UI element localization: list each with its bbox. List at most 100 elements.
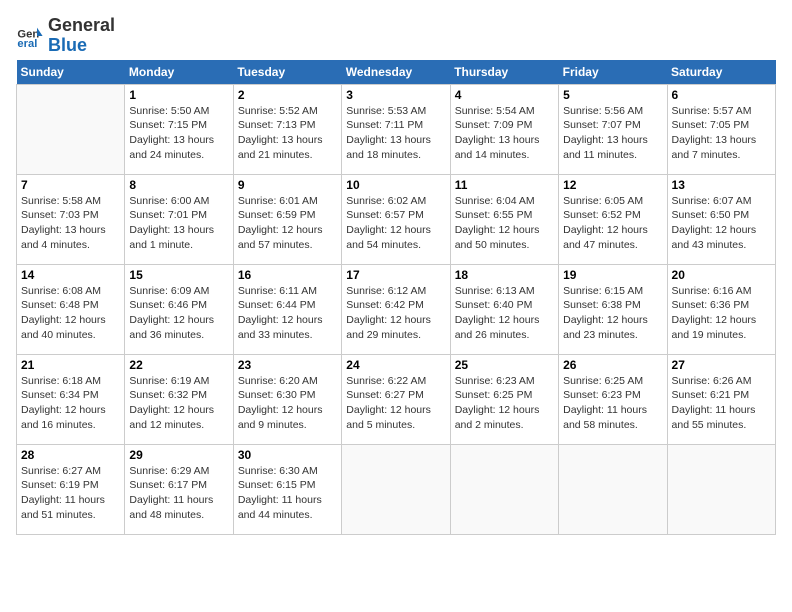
- calendar-cell: 27 Sunrise: 6:26 AM Sunset: 6:21 PM Dayli…: [667, 354, 775, 444]
- day-number: 30: [238, 448, 337, 462]
- day-number: 16: [238, 268, 337, 282]
- day-number: 10: [346, 178, 445, 192]
- calendar-cell: 3 Sunrise: 5:53 AM Sunset: 7:11 PM Daylig…: [342, 84, 450, 174]
- day-number: 15: [129, 268, 228, 282]
- day-number: 2: [238, 88, 337, 102]
- cell-content: Sunrise: 6:27 AM Sunset: 6:19 PM Dayligh…: [21, 464, 120, 523]
- day-header-friday: Friday: [559, 60, 667, 85]
- day-number: 7: [21, 178, 120, 192]
- day-number: 4: [455, 88, 554, 102]
- calendar-cell: 29 Sunrise: 6:29 AM Sunset: 6:17 PM Dayli…: [125, 444, 233, 534]
- calendar-cell: 2 Sunrise: 5:52 AM Sunset: 7:13 PM Daylig…: [233, 84, 341, 174]
- cell-content: Sunrise: 6:18 AM Sunset: 6:34 PM Dayligh…: [21, 374, 120, 433]
- cell-content: Sunrise: 6:16 AM Sunset: 6:36 PM Dayligh…: [672, 284, 771, 343]
- calendar-cell: 25 Sunrise: 6:23 AM Sunset: 6:25 PM Dayli…: [450, 354, 558, 444]
- calendar-cell: 5 Sunrise: 5:56 AM Sunset: 7:07 PM Daylig…: [559, 84, 667, 174]
- cell-content: Sunrise: 5:53 AM Sunset: 7:11 PM Dayligh…: [346, 104, 445, 163]
- logo: Gen eral General Blue: [16, 16, 115, 56]
- day-number: 14: [21, 268, 120, 282]
- calendar-cell: 18 Sunrise: 6:13 AM Sunset: 6:40 PM Dayli…: [450, 264, 558, 354]
- cell-content: Sunrise: 5:50 AM Sunset: 7:15 PM Dayligh…: [129, 104, 228, 163]
- day-header-saturday: Saturday: [667, 60, 775, 85]
- logo-text: General Blue: [48, 16, 115, 56]
- cell-content: Sunrise: 6:30 AM Sunset: 6:15 PM Dayligh…: [238, 464, 337, 523]
- day-number: 26: [563, 358, 662, 372]
- day-number: 18: [455, 268, 554, 282]
- day-number: 3: [346, 88, 445, 102]
- calendar-table: SundayMondayTuesdayWednesdayThursdayFrid…: [16, 60, 776, 535]
- calendar-cell: 1 Sunrise: 5:50 AM Sunset: 7:15 PM Daylig…: [125, 84, 233, 174]
- day-number: 19: [563, 268, 662, 282]
- calendar-cell: 13 Sunrise: 6:07 AM Sunset: 6:50 PM Dayli…: [667, 174, 775, 264]
- week-row-3: 14 Sunrise: 6:08 AM Sunset: 6:48 PM Dayli…: [17, 264, 776, 354]
- page-header: Gen eral General Blue: [16, 16, 776, 56]
- calendar-cell: 23Sunrise: 6:20 AM Sunset: 6:30 PM Dayli…: [233, 354, 341, 444]
- week-row-5: 28 Sunrise: 6:27 AM Sunset: 6:19 PM Dayli…: [17, 444, 776, 534]
- cell-content: Sunrise: 5:57 AM Sunset: 7:05 PM Dayligh…: [672, 104, 771, 163]
- cell-content: Sunrise: 6:13 AM Sunset: 6:40 PM Dayligh…: [455, 284, 554, 343]
- cell-content: Sunrise: 6:11 AM Sunset: 6:44 PM Dayligh…: [238, 284, 337, 343]
- day-number: 29: [129, 448, 228, 462]
- day-number: 12: [563, 178, 662, 192]
- calendar-cell: 22 Sunrise: 6:19 AM Sunset: 6:32 PM Dayli…: [125, 354, 233, 444]
- day-number: 9: [238, 178, 337, 192]
- calendar-cell: [667, 444, 775, 534]
- calendar-cell: 17 Sunrise: 6:12 AM Sunset: 6:42 PM Dayli…: [342, 264, 450, 354]
- calendar-cell: 21 Sunrise: 6:18 AM Sunset: 6:34 PM Dayli…: [17, 354, 125, 444]
- calendar-cell: 7 Sunrise: 5:58 AM Sunset: 7:03 PM Daylig…: [17, 174, 125, 264]
- calendar-cell: 19Sunrise: 6:15 AM Sunset: 6:38 PM Dayli…: [559, 264, 667, 354]
- calendar-cell: 14 Sunrise: 6:08 AM Sunset: 6:48 PM Dayli…: [17, 264, 125, 354]
- cell-content: Sunrise: 6:26 AM Sunset: 6:21 PM Dayligh…: [672, 374, 771, 433]
- day-header-tuesday: Tuesday: [233, 60, 341, 85]
- calendar-cell: 8Sunrise: 6:00 AM Sunset: 7:01 PM Daylig…: [125, 174, 233, 264]
- day-number: 21: [21, 358, 120, 372]
- cell-content: Sunrise: 6:25 AM Sunset: 6:23 PM Dayligh…: [563, 374, 662, 433]
- cell-content: Sunrise: 6:29 AM Sunset: 6:17 PM Dayligh…: [129, 464, 228, 523]
- cell-content: Sunrise: 6:07 AM Sunset: 6:50 PM Dayligh…: [672, 194, 771, 253]
- cell-content: Sunrise: 6:00 AM Sunset: 7:01 PM Dayligh…: [129, 194, 228, 253]
- calendar-cell: 6 Sunrise: 5:57 AM Sunset: 7:05 PM Daylig…: [667, 84, 775, 174]
- week-row-4: 21 Sunrise: 6:18 AM Sunset: 6:34 PM Dayli…: [17, 354, 776, 444]
- calendar-cell: 24Sunrise: 6:22 AM Sunset: 6:27 PM Dayli…: [342, 354, 450, 444]
- calendar-cell: [342, 444, 450, 534]
- day-number: 22: [129, 358, 228, 372]
- cell-content: Sunrise: 6:04 AM Sunset: 6:55 PM Dayligh…: [455, 194, 554, 253]
- cell-content: Sunrise: 6:19 AM Sunset: 6:32 PM Dayligh…: [129, 374, 228, 433]
- day-number: 25: [455, 358, 554, 372]
- cell-content: Sunrise: 5:56 AM Sunset: 7:07 PM Dayligh…: [563, 104, 662, 163]
- cell-content: Sunrise: 6:23 AM Sunset: 6:25 PM Dayligh…: [455, 374, 554, 433]
- cell-content: Sunrise: 5:54 AM Sunset: 7:09 PM Dayligh…: [455, 104, 554, 163]
- cell-content: Sunrise: 6:05 AM Sunset: 6:52 PM Dayligh…: [563, 194, 662, 253]
- cell-content: Sunrise: 6:08 AM Sunset: 6:48 PM Dayligh…: [21, 284, 120, 343]
- calendar-cell: [17, 84, 125, 174]
- day-header-monday: Monday: [125, 60, 233, 85]
- day-number: 13: [672, 178, 771, 192]
- calendar-cell: 16 Sunrise: 6:11 AM Sunset: 6:44 PM Dayli…: [233, 264, 341, 354]
- cell-content: Sunrise: 6:09 AM Sunset: 6:46 PM Dayligh…: [129, 284, 228, 343]
- cell-content: Sunrise: 6:01 AM Sunset: 6:59 PM Dayligh…: [238, 194, 337, 253]
- svg-text:eral: eral: [17, 38, 37, 50]
- week-row-2: 7 Sunrise: 5:58 AM Sunset: 7:03 PM Daylig…: [17, 174, 776, 264]
- day-number: 28: [21, 448, 120, 462]
- day-number: 27: [672, 358, 771, 372]
- calendar-cell: 10 Sunrise: 6:02 AM Sunset: 6:57 PM Dayli…: [342, 174, 450, 264]
- cell-content: Sunrise: 5:52 AM Sunset: 7:13 PM Dayligh…: [238, 104, 337, 163]
- cell-content: Sunrise: 6:22 AM Sunset: 6:27 PM Dayligh…: [346, 374, 445, 433]
- calendar-cell: 28 Sunrise: 6:27 AM Sunset: 6:19 PM Dayli…: [17, 444, 125, 534]
- calendar-cell: 11Sunrise: 6:04 AM Sunset: 6:55 PM Dayli…: [450, 174, 558, 264]
- calendar-body: 1 Sunrise: 5:50 AM Sunset: 7:15 PM Daylig…: [17, 84, 776, 534]
- calendar-cell: [450, 444, 558, 534]
- calendar-cell: 20Sunrise: 6:16 AM Sunset: 6:36 PM Dayli…: [667, 264, 775, 354]
- day-header-wednesday: Wednesday: [342, 60, 450, 85]
- cell-content: Sunrise: 6:12 AM Sunset: 6:42 PM Dayligh…: [346, 284, 445, 343]
- day-number: 5: [563, 88, 662, 102]
- day-number: 1: [129, 88, 228, 102]
- cell-content: Sunrise: 5:58 AM Sunset: 7:03 PM Dayligh…: [21, 194, 120, 253]
- day-number: 17: [346, 268, 445, 282]
- day-number: 6: [672, 88, 771, 102]
- cell-content: Sunrise: 6:02 AM Sunset: 6:57 PM Dayligh…: [346, 194, 445, 253]
- calendar-cell: 30 Sunrise: 6:30 AM Sunset: 6:15 PM Dayli…: [233, 444, 341, 534]
- day-number: 23: [238, 358, 337, 372]
- calendar-cell: 9 Sunrise: 6:01 AM Sunset: 6:59 PM Daylig…: [233, 174, 341, 264]
- calendar-header-row: SundayMondayTuesdayWednesdayThursdayFrid…: [17, 60, 776, 85]
